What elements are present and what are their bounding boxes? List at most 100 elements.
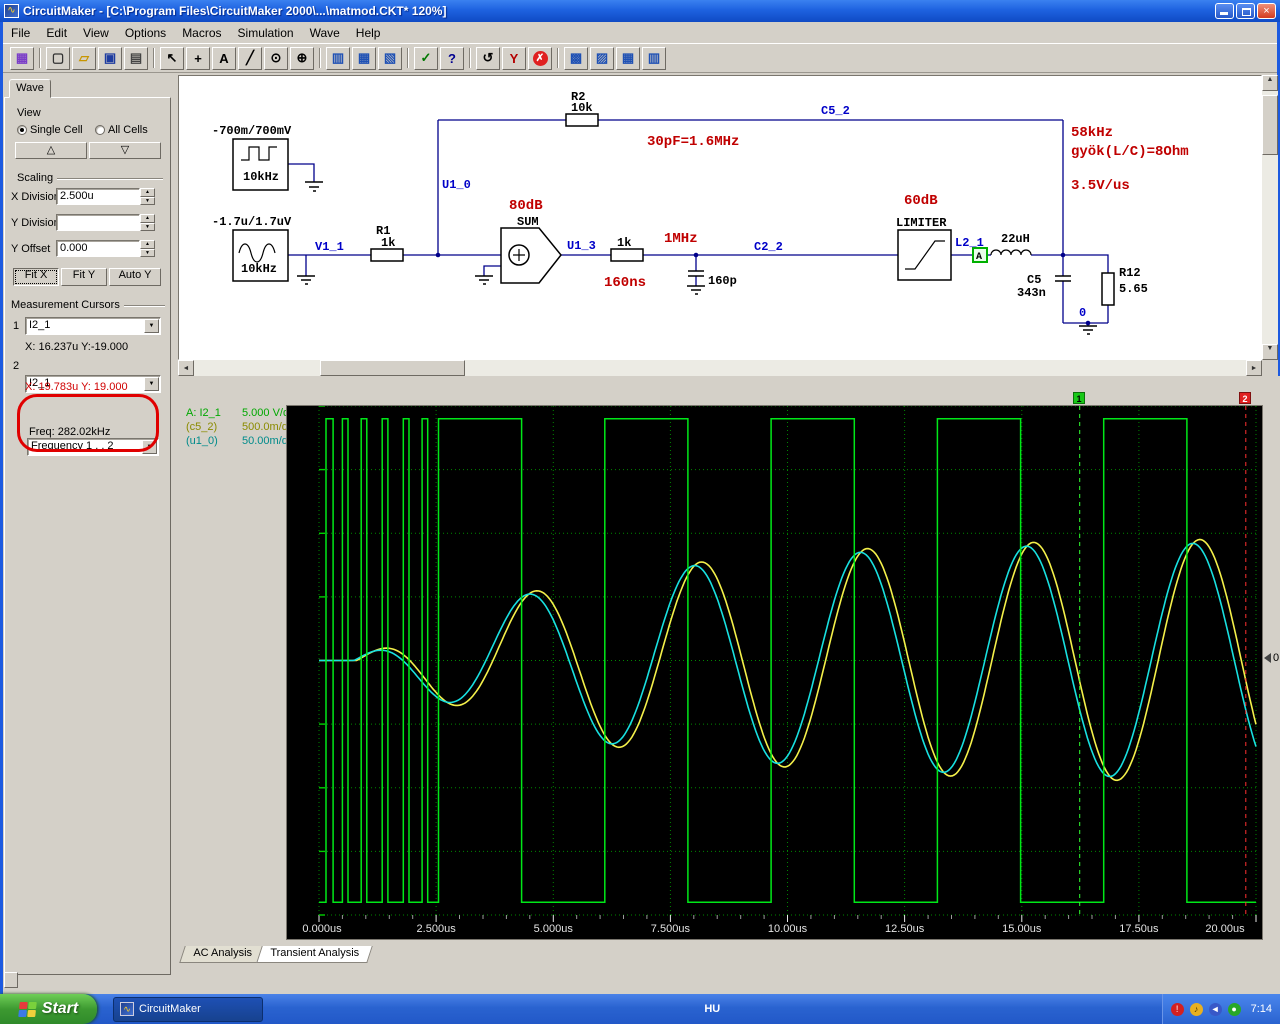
help-button[interactable]: ?: [440, 46, 464, 70]
digital-panel-button[interactable]: ▦: [352, 46, 376, 70]
vscroll-thumb[interactable]: [1262, 95, 1278, 155]
menu-edit[interactable]: Edit: [38, 24, 75, 42]
x-division-spinner[interactable]: ▲ ▼: [140, 188, 155, 205]
y-division-field[interactable]: [56, 214, 140, 231]
chevron-down-icon[interactable]: ▼: [142, 440, 157, 454]
parts-browser-button[interactable]: ▦: [10, 46, 34, 70]
spin-down-icon[interactable]: ▼: [140, 222, 155, 231]
menu-options[interactable]: Options: [117, 24, 174, 42]
menu-view[interactable]: View: [75, 24, 117, 42]
scrollbar-corner: [1262, 360, 1278, 376]
next-cell-button[interactable]: ▽: [89, 142, 161, 159]
maximize-button[interactable]: [1236, 3, 1255, 19]
scroll-up-icon[interactable]: ▲: [1262, 75, 1278, 91]
net-label-0: 0: [1079, 306, 1086, 320]
menu-file[interactable]: File: [3, 24, 38, 42]
taskbar-task-circuitmaker[interactable]: ∿ CircuitMaker: [113, 996, 263, 1022]
tab-wave[interactable]: Wave: [9, 79, 51, 98]
menu-macros[interactable]: Macros: [174, 24, 229, 42]
spin-up-icon[interactable]: ▲: [140, 240, 155, 249]
fit-y-button[interactable]: Fit Y: [61, 268, 107, 286]
resistor-r12-symbol: [1101, 272, 1115, 306]
x-division-field[interactable]: 2.500u: [56, 188, 140, 205]
arrow-tool-button[interactable]: ↖: [160, 46, 184, 70]
auto-y-button[interactable]: Auto Y: [109, 268, 161, 286]
spin-down-icon[interactable]: ▼: [140, 248, 155, 257]
save-button[interactable]: ▣: [98, 46, 122, 70]
cursor2-marker[interactable]: 2: [1239, 392, 1251, 404]
digital-inst-2-button[interactable]: ▨: [590, 46, 614, 70]
stop-button[interactable]: ✗: [528, 46, 552, 70]
text-tool-button[interactable]: A: [212, 46, 236, 70]
prev-cell-button[interactable]: △: [15, 142, 87, 159]
cap-160p-value: 160p: [708, 274, 737, 288]
vscroll-track[interactable]: [1262, 91, 1278, 344]
digital-inst-3-button[interactable]: ▦: [616, 46, 640, 70]
cursor1-signal-combo[interactable]: I2_1 ▼: [25, 317, 161, 335]
y-offset-field[interactable]: 0.000: [56, 240, 140, 257]
tray-volume-icon[interactable]: ◄: [1208, 1002, 1222, 1016]
scroll-right-icon[interactable]: ►: [1246, 360, 1262, 376]
resistor-r1-symbol: [370, 248, 404, 262]
scope-window-button[interactable]: ▧: [378, 46, 402, 70]
menu-wave[interactable]: Wave: [302, 24, 348, 42]
digital-inst-4-button[interactable]: ▥: [642, 46, 666, 70]
new-button[interactable]: ▢: [46, 46, 70, 70]
window-title: CircuitMaker - [C:\Program Files\Circuit…: [23, 4, 447, 18]
spin-up-icon[interactable]: ▲: [140, 214, 155, 223]
minimize-button[interactable]: [1215, 3, 1234, 19]
toolbar-separator: [319, 48, 321, 68]
cursor1-marker[interactable]: 1: [1073, 392, 1085, 404]
edit-tool-button[interactable]: ╱: [238, 46, 262, 70]
close-button[interactable]: ×: [1257, 3, 1276, 19]
menu-help[interactable]: Help: [348, 24, 389, 42]
print-button[interactable]: ▤: [124, 46, 148, 70]
analyses-check-button[interactable]: ✓: [414, 46, 438, 70]
schematic-canvas[interactable]: -700m/700mV 10kHz -1.7u/1.7uV 10kHz V1_1…: [178, 75, 1262, 360]
annotation-1mhz: 1MHz: [664, 231, 698, 247]
schematic-hscrollbar[interactable]: ◄ ►: [178, 360, 1262, 376]
digital-inst-1-button[interactable]: ▩: [564, 46, 588, 70]
probe-button[interactable]: Y: [502, 46, 526, 70]
menu-simulation[interactable]: Simulation: [230, 24, 302, 42]
wire-tool-button[interactable]: +: [186, 46, 210, 70]
start-button[interactable]: Start: [0, 994, 97, 1024]
taskb ar: Start ∿ CircuitMaker HU ! ♪ ◄ ● 7:14: [0, 994, 1280, 1024]
tab-ac-analysis[interactable]: AC Analysis: [179, 946, 266, 963]
tray-network-icon[interactable]: ●: [1227, 1002, 1241, 1016]
analysis-tabs: AC Analysis Transient Analysis: [179, 946, 373, 963]
r12-ref: R12: [1119, 266, 1141, 280]
open-button[interactable]: ▱: [72, 46, 96, 70]
radio-single-cell[interactable]: Single Cell: [17, 124, 83, 136]
toolbar-separator: [153, 48, 155, 68]
waveform-window-button[interactable]: ▥: [326, 46, 350, 70]
panel-corner: [4, 972, 18, 988]
tab-transient-analysis[interactable]: Transient Analysis: [255, 946, 373, 963]
spin-down-icon[interactable]: ▼: [140, 196, 155, 205]
plot-area[interactable]: 0.000us 2.500us 5.000us 7.500us 10.00us 12.50…: [286, 405, 1263, 940]
chevron-down-icon[interactable]: ▼: [144, 377, 159, 391]
hscroll-thumb[interactable]: [320, 360, 465, 376]
spin-up-icon[interactable]: ▲: [140, 188, 155, 197]
zoom-button[interactable]: ⊕: [290, 46, 314, 70]
fit-x-button[interactable]: Fit X: [13, 268, 59, 286]
resistor-r2-symbol: [565, 113, 599, 127]
chevron-down-icon[interactable]: ▼: [144, 319, 159, 333]
language-indicator[interactable]: HU: [694, 1003, 730, 1015]
y-division-spinner[interactable]: ▲ ▼: [140, 214, 155, 231]
scroll-left-icon[interactable]: ◄: [178, 360, 194, 376]
schematic-vscrollbar[interactable]: ▲ ▼: [1262, 75, 1278, 360]
tray-security-icon[interactable]: !: [1170, 1002, 1184, 1016]
zoom-wave-button[interactable]: ⊙: [264, 46, 288, 70]
measurement-mode-combo[interactable]: Frequency 1 . . 2 ▼: [27, 438, 159, 456]
zero-level-marker[interactable]: 0: [1264, 652, 1279, 664]
y-offset-spinner[interactable]: ▲ ▼: [140, 240, 155, 257]
windows-flag-icon: [17, 1001, 38, 1017]
legend-entry: (u1_0) 50.00m/div: [186, 435, 296, 447]
tray-alert-icon[interactable]: ♪: [1189, 1002, 1203, 1016]
reset-button[interactable]: ↺: [476, 46, 500, 70]
scroll-down-icon[interactable]: ▼: [1262, 344, 1278, 360]
radio-all-cells[interactable]: All Cells: [95, 124, 148, 136]
application-window: ∿ CircuitMaker - [C:\Program Files\Circu…: [0, 0, 1280, 1024]
hscroll-track[interactable]: [194, 360, 1246, 376]
